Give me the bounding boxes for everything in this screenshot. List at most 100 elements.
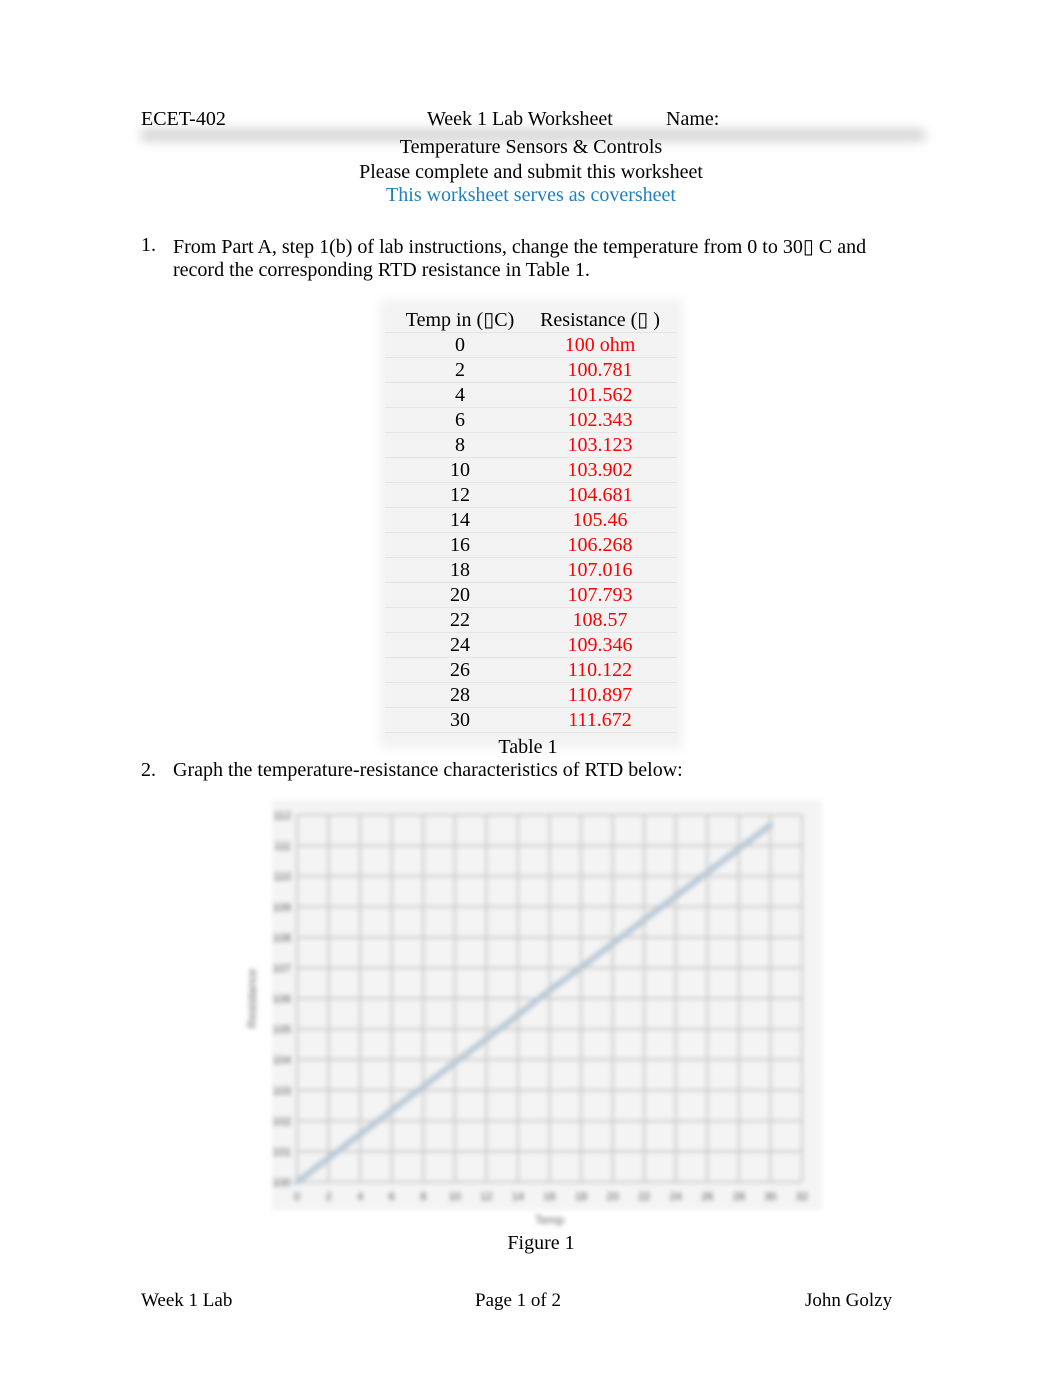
data-point	[388, 1107, 395, 1114]
table-row: 30 111.672	[393, 708, 673, 733]
x-tick-label: 8	[420, 1191, 426, 1203]
temp-cell: 6	[455, 409, 465, 431]
temp-cell: 8	[455, 434, 465, 456]
x-tick-label: 4	[357, 1191, 363, 1203]
table-row: 4 101.562	[393, 383, 673, 408]
temp-cell: 2	[455, 359, 465, 381]
y-tick-label: 106	[273, 994, 291, 1006]
data-point	[735, 845, 742, 852]
coversheet-note: This worksheet serves as coversheet	[386, 184, 676, 206]
footer-left: Week 1 Lab	[141, 1290, 233, 1311]
table-row: 12 104.681	[393, 483, 673, 508]
temp-cell: 14	[450, 509, 470, 531]
resistance-cell: 110.897	[567, 684, 633, 706]
temp-cell: 16	[450, 534, 470, 556]
x-tick-label: 16	[543, 1191, 555, 1203]
data-point	[609, 940, 616, 947]
table-row: 0 100 ohm	[393, 333, 673, 358]
name-label: Name:	[666, 108, 720, 130]
header-resistance: Resistance (▯ )	[540, 309, 660, 331]
table-row: 24 109.346	[393, 633, 673, 658]
y-tick-label: 109	[273, 902, 291, 914]
resistance-cell: 100 ohm	[564, 334, 636, 356]
x-tick-label: 30	[764, 1191, 776, 1203]
course-code: ECET-402	[141, 108, 226, 130]
temp-cell: 12	[450, 484, 470, 506]
temp-cell: 20	[450, 584, 470, 606]
data-point	[672, 893, 679, 900]
data-point	[767, 822, 774, 829]
x-tick-label: 24	[670, 1191, 682, 1203]
data-point	[483, 1035, 490, 1042]
worksheet-title: Week 1 Lab Worksheet	[427, 108, 613, 130]
resistance-cell: 100.781	[567, 359, 633, 381]
temp-cell: 18	[450, 559, 470, 581]
resistance-cell: 109.346	[567, 634, 633, 656]
question-2-number: 2.	[141, 759, 156, 781]
x-tick-label: 0	[294, 1191, 300, 1203]
temp-cell: 10	[450, 459, 470, 481]
footer-right: John Golzy	[805, 1290, 893, 1311]
x-tick-label: 32	[796, 1191, 808, 1203]
temp-cell: 0	[455, 334, 465, 356]
question-2-text: Graph the temperature-resistance charact…	[173, 759, 683, 781]
table-row: 2 100.781	[393, 358, 673, 383]
data-point	[546, 987, 553, 994]
resistance-cell: 107.016	[567, 559, 633, 581]
resistance-cell: 107.793	[567, 584, 633, 606]
resistance-cell: 102.343	[567, 409, 633, 431]
y-tick-label: 108	[273, 932, 291, 944]
x-tick-label: 14	[512, 1191, 524, 1203]
temp-cell: 24	[450, 634, 470, 656]
resistance-cell: 103.902	[567, 459, 633, 481]
resistance-cell: 101.562	[567, 384, 633, 406]
x-tick-label: 20	[607, 1191, 619, 1203]
temp-cell: 28	[450, 684, 470, 706]
x-tick-label: 2	[326, 1191, 332, 1203]
data-point	[357, 1131, 364, 1138]
x-tick-label: 28	[733, 1191, 745, 1203]
x-axis-label: Temp	[535, 1213, 565, 1227]
table-row: 14 105.46	[393, 508, 673, 533]
footer-center: Page 1 of 2	[475, 1290, 562, 1311]
header-temp: Temp in (▯C)	[405, 309, 515, 331]
resistance-cell: 111.672	[568, 709, 632, 731]
data-point	[420, 1083, 427, 1090]
x-tick-label: 6	[389, 1191, 395, 1203]
question-1-line-1: From Part A, step 1(b) of lab instructio…	[173, 236, 867, 258]
resistance-cell: 110.122	[567, 659, 633, 681]
data-point	[578, 964, 585, 971]
x-tick-label: 10	[449, 1191, 461, 1203]
table-row: 20 107.793	[393, 583, 673, 608]
data-point	[325, 1155, 332, 1162]
data-point	[514, 1012, 521, 1019]
y-tick-label: 112	[273, 810, 291, 822]
y-tick-label: 110	[273, 871, 291, 883]
temp-cell: 26	[450, 659, 470, 681]
data-point	[294, 1179, 300, 1185]
resistance-cell: 104.681	[567, 484, 633, 506]
y-axis-label: Resistance	[245, 969, 259, 1029]
figure-1-chart: 100 101 102 103 104 105 106 107 108 109 110 111 112 0…	[242, 800, 822, 1232]
x-tick-label: 22	[638, 1191, 650, 1203]
y-tick-label: 103	[273, 1085, 291, 1097]
question-1-number: 1.	[141, 234, 156, 256]
table-row: 10 103.902	[393, 458, 673, 483]
data-point	[451, 1059, 458, 1066]
data-point	[704, 869, 711, 876]
figure-caption: Figure 1	[507, 1232, 575, 1254]
table-header-row: Temp in (▯C) Resistance (▯ )	[393, 308, 673, 333]
y-tick-label: 100	[273, 1177, 291, 1189]
resistance-cell: 105.46	[572, 509, 628, 531]
x-tick-label: 18	[575, 1191, 587, 1203]
y-tick-label: 107	[273, 963, 291, 975]
chart-svg: 1001011021031041051061071081091101111120…	[245, 800, 822, 1227]
temp-cell: 4	[455, 384, 465, 406]
temp-cell: 22	[450, 609, 470, 631]
resistance-table: Temp in (▯C) Resistance (▯ ) 0 100 ohm 2 10…	[393, 308, 673, 733]
table-row: 8 103.123	[393, 433, 673, 458]
instruction: Please complete and submit this workshee…	[359, 161, 703, 183]
subtitle: Temperature Sensors & Controls	[399, 136, 663, 158]
table-row: 16 106.268	[393, 533, 673, 558]
temp-cell: 30	[450, 709, 470, 731]
